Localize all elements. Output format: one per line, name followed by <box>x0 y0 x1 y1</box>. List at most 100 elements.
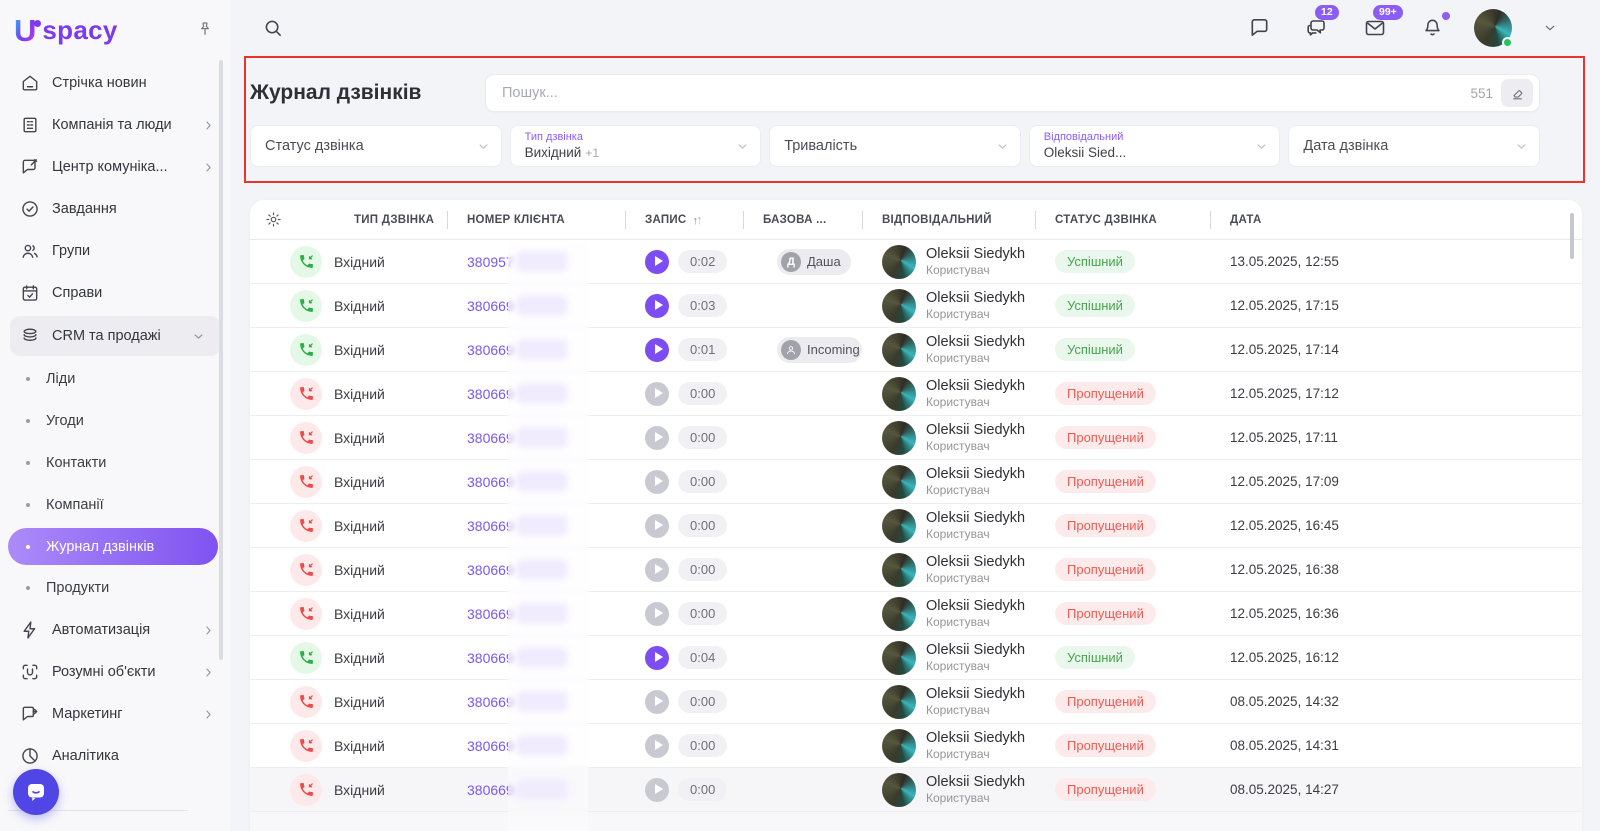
censored-number <box>518 606 565 621</box>
sidebar-item-tasks[interactable]: Завдання <box>0 188 230 230</box>
client-number-link[interactable]: 380669 <box>467 650 514 666</box>
status-badge: Пропущений <box>1055 558 1156 581</box>
call-type-label: Вхідний <box>334 561 385 578</box>
play-record-button[interactable] <box>645 557 669 582</box>
table-row[interactable]: Вхідний 380669 0:00 Oleksii Siedykh Користув… <box>250 592 1582 636</box>
sidebar-item-label: Компанії <box>46 497 104 513</box>
table-row[interactable]: Вхідний 380669 0:00 Oleksii Siedykh Користув… <box>250 548 1582 592</box>
notifications-button[interactable] <box>1417 12 1450 43</box>
table-row[interactable]: Вхідний 380669 0:00 Oleksii Siedykh Користув… <box>250 724 1582 768</box>
play-record-button[interactable] <box>645 513 669 538</box>
client-number-link[interactable]: 380669 <box>467 562 514 578</box>
play-record-button[interactable] <box>645 425 669 450</box>
play-record-button[interactable] <box>645 733 669 758</box>
sidebar-item-news-feed[interactable]: Стрічка новин <box>0 62 230 104</box>
sidebar-item-smart-objects[interactable]: Розумні об'єкти <box>0 651 230 693</box>
base-chip[interactable]: Incoming call : <box>777 336 862 363</box>
table-row[interactable]: Вхідний 380669 0:00 Oleksii Siedykh Користув… <box>250 416 1582 460</box>
column-header-responsible[interactable]: ВІДПОВІДАЛЬНИЙ <box>862 200 1035 239</box>
record-duration: 0:00 <box>678 470 728 493</box>
filter-duration[interactable]: Тривалість <box>769 125 1021 167</box>
client-number-link[interactable]: 380957 <box>467 254 514 270</box>
base-chip[interactable]: Д Даша <box>777 248 851 275</box>
responsible-avatar <box>882 552 916 587</box>
table-row[interactable]: Вхідний 380669 0:04 Oleksii Siedykh Користув… <box>250 636 1582 680</box>
support-chat-launcher[interactable] <box>13 769 59 815</box>
table-settings-button[interactable] <box>263 209 284 230</box>
sidebar-item-crm-sales[interactable]: CRM та продажі <box>10 316 220 356</box>
client-number-link[interactable]: 380669 <box>467 518 514 534</box>
smart-icon <box>20 662 40 682</box>
feedback-button[interactable] <box>1244 12 1275 43</box>
sidebar-item-call-log[interactable]: Журнал дзвінків <box>8 528 218 565</box>
sidebar-scrollbar[interactable] <box>219 60 223 660</box>
filter-call-status[interactable]: Статус дзвінка <box>250 125 502 167</box>
call-type-label: Вхідний <box>334 737 385 754</box>
analytics-icon <box>20 746 40 766</box>
table-row[interactable]: Вхідний 380669 0:00 Oleksii Siedykh Користув… <box>250 504 1582 548</box>
client-number-link[interactable]: 380669 <box>467 298 514 314</box>
filter-responsible[interactable]: Відповідальний Oleksii Sied... <box>1028 125 1281 167</box>
column-header-base[interactable]: БАЗОВА ... <box>743 200 862 239</box>
client-number-link[interactable]: 380669 <box>467 606 514 622</box>
sidebar-item-companies[interactable]: Компанії <box>0 484 230 526</box>
column-header-client-number[interactable]: НОМЕР КЛІЄНТА <box>447 200 625 239</box>
sidebar-item-marketing[interactable]: Маркетинг <box>0 693 230 735</box>
missed-call-icon <box>290 509 322 542</box>
clear-filters-button[interactable] <box>1501 79 1533 107</box>
play-record-button[interactable] <box>645 601 669 626</box>
play-record-button[interactable] <box>645 381 669 406</box>
table-row[interactable]: Вхідний 380669 0:00 Oleksii Siedykh Користув… <box>250 460 1582 504</box>
messenger-button[interactable]: 12 <box>1301 4 1339 44</box>
client-number-link[interactable]: 380669 <box>467 342 514 358</box>
responsible-role: Користувач <box>926 615 990 630</box>
responsible-avatar <box>882 596 916 631</box>
column-header-call-status[interactable]: СТАТУС ДЗВІНКА <box>1035 200 1210 239</box>
sidebar-item-company-people[interactable]: Компанія та люди <box>0 104 230 146</box>
sidebar-item-deals[interactable]: Угоди <box>0 400 230 442</box>
play-record-button[interactable] <box>645 777 669 802</box>
user-avatar[interactable] <box>1474 8 1513 48</box>
sidebar-item-automation[interactable]: Автоматизація <box>0 609 230 651</box>
column-header-record[interactable]: ЗАПИС ↑↑ <box>625 200 743 239</box>
table-row[interactable]: Вхідний 380669 0:01 Incoming call : Oleksii … <box>250 328 1582 372</box>
sidebar-pin-button[interactable] <box>194 18 216 43</box>
client-number-link[interactable]: 380669 <box>467 694 514 710</box>
sidebar-item-contacts[interactable]: Контакти <box>0 442 230 484</box>
table-row[interactable]: Вхідний 380669 0:03 Oleksii Siedykh Користув… <box>250 284 1582 328</box>
sidebar-item-products[interactable]: Продукти <box>0 567 230 609</box>
table-row[interactable]: Вхідний 380957 0:02 Д Даша Oleksii Siedykh Кор… <box>250 240 1582 284</box>
play-record-button[interactable] <box>645 645 669 670</box>
filter-call-date[interactable]: Дата дзвінка <box>1288 125 1540 167</box>
client-number-link[interactable]: 380669 <box>467 782 514 798</box>
filter-call-type[interactable]: Тип дзвінка Вихідний +1 <box>509 125 762 167</box>
global-search-button[interactable] <box>258 13 288 43</box>
sidebar-item-comm-center[interactable]: Центр комуніка... <box>0 146 230 188</box>
client-number-link[interactable]: 380669 <box>467 738 514 754</box>
status-badge: Успішний <box>1055 646 1135 669</box>
table-row[interactable]: Вхідний 380669 0:00 Oleksii Siedykh Користув… <box>250 372 1582 416</box>
incoming-call-icon <box>290 289 322 322</box>
play-record-button[interactable] <box>645 249 669 274</box>
mail-button[interactable]: 99+ <box>1359 4 1403 44</box>
client-number-link[interactable]: 380669 <box>467 430 514 446</box>
column-header-call-type[interactable]: ТИП ДЗВІНКА <box>334 200 447 239</box>
filter-value: Статус дзвінка <box>265 138 364 154</box>
column-header-date[interactable]: ДАТА <box>1210 200 1582 239</box>
missed-call-icon <box>290 421 322 454</box>
table-scrollbar[interactable] <box>1570 213 1574 259</box>
client-number-link[interactable]: 380669 <box>467 474 514 490</box>
client-number-link[interactable]: 380669 <box>467 386 514 402</box>
table-row[interactable]: Вхідний 380669 0:00 Oleksii Siedykh Користув… <box>250 768 1582 812</box>
chevron-down-icon <box>1514 139 1529 154</box>
search-input[interactable] <box>500 84 1471 102</box>
play-record-button[interactable] <box>645 337 669 362</box>
play-record-button[interactable] <box>645 293 669 318</box>
table-row[interactable]: Вхідний 380669 0:00 Oleksii Siedykh Користув… <box>250 680 1582 724</box>
play-record-button[interactable] <box>645 469 669 494</box>
play-record-button[interactable] <box>645 689 669 714</box>
sidebar-item-leads[interactable]: Ліди <box>0 358 230 400</box>
profile-menu-button[interactable] <box>1538 16 1562 40</box>
sidebar-item-activities[interactable]: Справи <box>0 272 230 314</box>
sidebar-item-groups[interactable]: Групи <box>0 230 230 272</box>
